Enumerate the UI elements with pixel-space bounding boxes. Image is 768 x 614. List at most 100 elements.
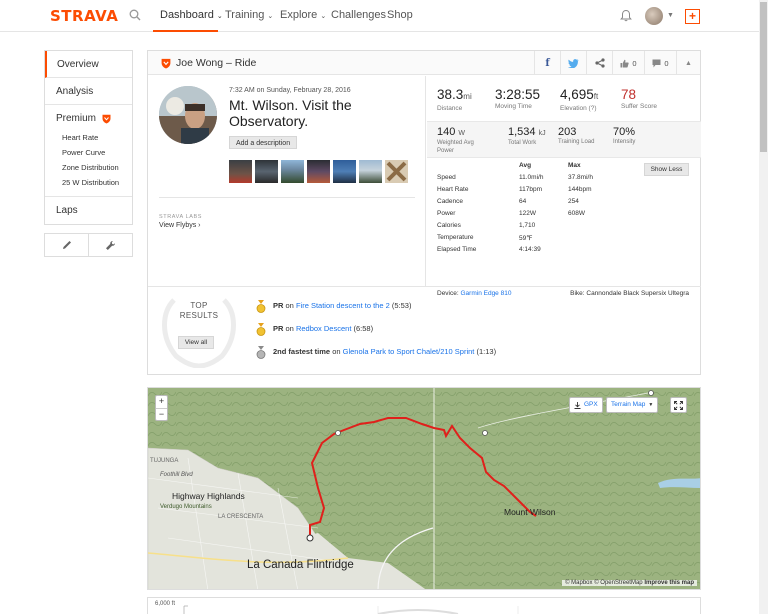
table-row: Heart Rate 117bpm 144bpm xyxy=(437,186,637,196)
comments-button[interactable]: 0 xyxy=(644,51,676,75)
sidebar-item-analysis[interactable]: Analysis xyxy=(45,78,132,105)
chevron-up-icon: ▲ xyxy=(685,59,692,67)
distance-label: Distance xyxy=(437,105,463,112)
premium-shield-icon xyxy=(161,58,171,69)
table-row: Speed 11.0mi/h 37.8mi/h xyxy=(437,174,637,184)
elevation-help-link[interactable]: Elevation (?) xyxy=(560,105,598,113)
device-link[interactable]: Garmin Edge 810 xyxy=(461,290,512,297)
zoom-out-button[interactable]: − xyxy=(156,408,167,420)
premium-shield-icon xyxy=(102,114,111,123)
zoom-in-button[interactable]: + xyxy=(156,396,167,408)
elevation-unit: ft xyxy=(593,92,599,101)
view-flybys-link[interactable]: View Flybys › xyxy=(159,222,201,229)
row-max: 37.8mi/h xyxy=(568,174,593,181)
total-work-label: Total Work xyxy=(508,140,537,146)
activity-card: Joe Wong – Ride f 0 0 ▲ 7:32 AM on Sunda… xyxy=(147,50,701,375)
device-label: Device: xyxy=(437,290,459,297)
result-prefix: 2nd fastest time xyxy=(273,347,331,356)
nav-dashboard-label: Dashboard xyxy=(160,9,214,21)
top-results-list: PR on Fire Station descent to the 2 (5:5… xyxy=(255,300,496,369)
sidebar-item-power-curve[interactable]: Power Curve xyxy=(56,145,132,160)
strava-logo[interactable]: STRAVA xyxy=(50,7,118,25)
sidebar-item-overview[interactable]: Overview xyxy=(45,51,132,78)
route-map[interactable]: + − GPX Terrain Map ▼ TUJUNGA Foothill B… xyxy=(147,387,701,590)
activity-name[interactable]: Mt. Wilson. Visit the Observatory. xyxy=(229,97,419,129)
share-button[interactable] xyxy=(586,51,612,75)
strava-labs-label: STRAVA LABS xyxy=(159,214,203,220)
nav-dashboard[interactable]: Dashboard ⌄ xyxy=(160,9,223,21)
nav-explore-label: Explore xyxy=(280,9,318,21)
sidebar-item-heart-rate[interactable]: Heart Rate xyxy=(56,130,132,145)
pencil-icon xyxy=(62,241,71,249)
nav-challenges[interactable]: Challenges xyxy=(331,9,386,21)
view-all-button[interactable]: View all xyxy=(178,336,214,349)
row-avg: 122W xyxy=(519,210,536,217)
share-facebook-button[interactable]: f xyxy=(534,51,560,75)
sidebar-item-laps[interactable]: Laps xyxy=(45,197,132,224)
activity-summary: 7:32 AM on Sunday, February 28, 2016 Mt.… xyxy=(148,76,426,286)
page-scrollbar[interactable] xyxy=(759,0,768,614)
chevron-down-icon: ⌄ xyxy=(320,13,327,20)
elevation-chart[interactable]: 6,000 ft xyxy=(147,597,701,614)
edit-button[interactable] xyxy=(45,234,88,256)
table-row: Temperature 59℉ xyxy=(437,234,637,244)
kudos-button[interactable]: 0 xyxy=(612,51,644,75)
segment-link[interactable]: Fire Station descent to the 2 xyxy=(296,301,390,310)
suffer-score-value: 78 xyxy=(621,87,637,102)
bike-name: Cannondale Black Supersix Ultegra xyxy=(586,290,689,297)
training-load-value: 203 xyxy=(558,126,577,138)
collapse-button[interactable]: ▲ xyxy=(676,51,700,75)
gold-medal-icon xyxy=(256,323,266,336)
activity-header-title[interactable]: Joe Wong – Ride xyxy=(176,57,256,69)
map-type-select[interactable]: Terrain Map ▼ xyxy=(606,397,659,413)
photo-thumbnail[interactable] xyxy=(333,160,356,183)
crossed-logs-icon xyxy=(386,161,407,182)
distance-unit: mi xyxy=(463,92,472,101)
upload-plus-icon[interactable]: + xyxy=(685,9,700,24)
gpx-download-button[interactable]: GPX xyxy=(569,397,603,413)
nav-shop[interactable]: Shop xyxy=(387,9,413,21)
photo-thumbnail[interactable] xyxy=(255,160,278,183)
stat-total-work: 1,534 kJ Total Work xyxy=(508,126,546,148)
sidebar-item-25w-distribution[interactable]: 25 W Distribution xyxy=(56,175,132,190)
user-avatar[interactable] xyxy=(645,7,663,25)
top-results-title-line1: TOP xyxy=(190,301,208,310)
stat-elevation: 4,695ft Elevation (?) xyxy=(560,87,598,113)
sidebar-item-zone-distribution[interactable]: Zone Distribution xyxy=(56,160,132,175)
bell-icon[interactable] xyxy=(620,9,632,22)
photo-thumbnail[interactable] xyxy=(281,160,304,183)
osm-link[interactable]: © OpenStreetMap xyxy=(594,580,642,586)
segment-link[interactable]: Glenola Park to Sport Chalet/210 Sprint xyxy=(343,347,475,356)
scrollbar-thumb[interactable] xyxy=(760,2,767,152)
row-max: 608W xyxy=(568,210,585,217)
intensity-label: Intensity xyxy=(613,139,636,145)
athlete-avatar[interactable] xyxy=(159,86,217,144)
result-time: (6:58) xyxy=(353,324,374,333)
segment-link[interactable]: Redbox Descent xyxy=(296,324,351,333)
nav-explore[interactable]: Explore ⌄ xyxy=(280,9,326,21)
share-icon xyxy=(594,58,605,68)
moving-time-label: Moving Time xyxy=(495,103,532,110)
row-max: 144bpm xyxy=(568,186,592,193)
photo-thumbnail[interactable] xyxy=(229,160,252,183)
photo-thumbnail[interactable] xyxy=(307,160,330,183)
chevron-down-icon[interactable]: ▼ xyxy=(667,12,674,19)
table-row: Cadence 64 254 xyxy=(437,198,637,208)
map-label-tujunga: TUJUNGA xyxy=(150,458,179,464)
share-twitter-button[interactable] xyxy=(560,51,586,75)
bike-info: Bike: Cannondale Black Supersix Ultegra xyxy=(570,290,689,297)
fullscreen-button[interactable] xyxy=(670,397,687,413)
add-description-button[interactable]: Add a description xyxy=(229,136,298,149)
nav-training[interactable]: Training ⌄ xyxy=(225,9,273,21)
map-label-foothill: Foothill Blvd xyxy=(160,472,193,478)
photo-thumbnail[interactable] xyxy=(385,160,408,183)
weighted-power-unit: W xyxy=(458,130,466,137)
search-icon[interactable] xyxy=(129,9,141,21)
sidebar-item-premium[interactable]: Premium xyxy=(56,113,132,124)
actions-button[interactable] xyxy=(88,234,132,256)
photo-thumbnail[interactable] xyxy=(359,160,382,183)
mapbox-link[interactable]: © Mapbox xyxy=(565,580,592,586)
result-time: (5:53) xyxy=(391,301,412,310)
improve-map-link[interactable]: Improve this map xyxy=(644,580,694,586)
show-less-button[interactable]: Show Less xyxy=(644,163,689,176)
